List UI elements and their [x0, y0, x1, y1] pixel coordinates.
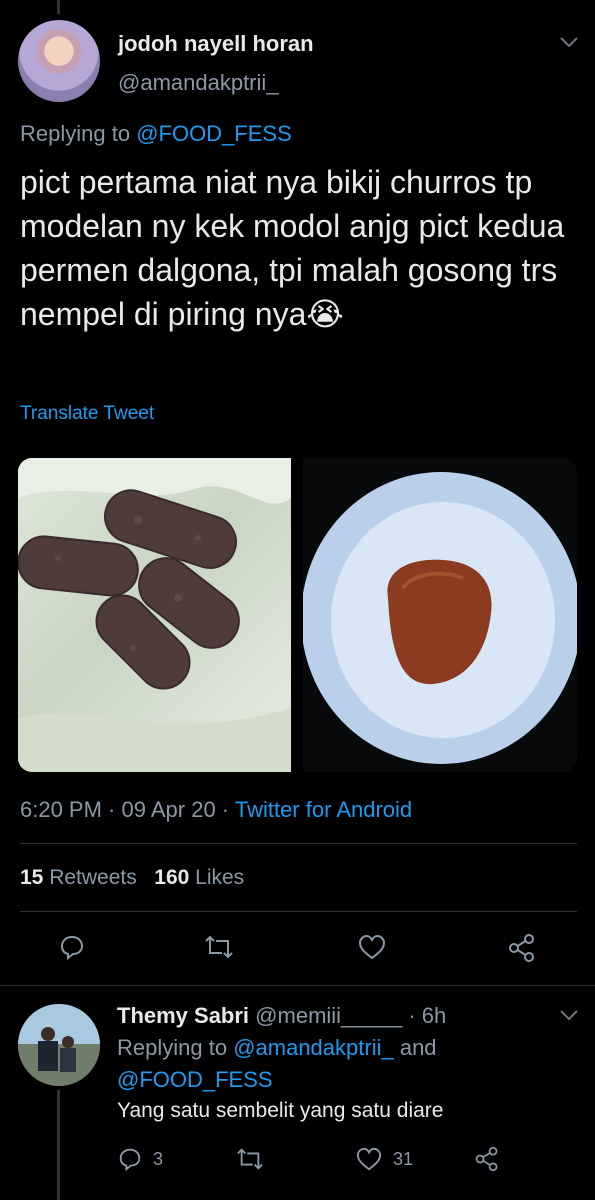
tweet-photo-churros[interactable] — [18, 458, 291, 772]
like-label: Likes — [195, 866, 245, 889]
reply-button[interactable] — [58, 933, 86, 961]
reply-like-count: 31 — [393, 1148, 414, 1169]
divider — [0, 985, 595, 986]
author-handle[interactable]: @amandakptrii_ — [118, 70, 279, 96]
reply-icon — [119, 1148, 141, 1172]
share-icon — [475, 1146, 498, 1172]
churros-image — [18, 458, 291, 772]
like-count: 160 — [154, 866, 190, 889]
reply-age: 6h — [421, 1003, 447, 1028]
and-label: and — [393, 1035, 437, 1060]
replying-label: Replying to — [20, 121, 137, 146]
chevron-down-icon[interactable] — [558, 1007, 580, 1023]
retweet-button[interactable] — [204, 933, 234, 961]
reply-count: 3 — [153, 1148, 164, 1169]
tweet-date: 09 Apr 20 — [121, 797, 216, 822]
share-icon — [509, 934, 534, 962]
tweet-time: 6:20 PM — [20, 797, 102, 822]
share-button[interactable] — [507, 933, 537, 963]
reply-avatar[interactable] — [18, 1004, 100, 1086]
reply-header: Themy Sabri @memiii_____ · 6h Replying t… — [117, 1003, 447, 1092]
reply-text: Yang satu sembelit yang satu diare — [117, 1099, 444, 1122]
retweets-stat[interactable]: 15 Retweets — [20, 866, 137, 889]
retweet-icon — [237, 1148, 263, 1170]
mention-link-2[interactable]: @FOOD_FESS — [117, 1067, 273, 1092]
reply-author-handle[interactable]: @memiii_____ — [255, 1003, 402, 1028]
retweet-count: 15 — [20, 866, 44, 889]
reply-share-button[interactable] — [474, 1146, 500, 1172]
divider — [20, 843, 577, 844]
reply-reply-button[interactable]: 3 — [117, 1146, 163, 1172]
reply-like-button[interactable]: 31 — [355, 1146, 413, 1172]
like-icon — [358, 934, 386, 960]
tweet-meta: 6:20 PM · 09 Apr 20 · Twitter for Androi… — [20, 797, 413, 822]
thread-line — [57, 1090, 60, 1200]
thread-line — [57, 0, 60, 14]
mention-link-1[interactable]: @amandakptrii_ — [233, 1035, 394, 1060]
retweet-icon — [205, 935, 233, 959]
like-button[interactable] — [357, 933, 387, 961]
tweet-stats: 15 Retweets 160 Likes — [20, 866, 244, 890]
dalgona-image — [303, 472, 577, 764]
like-icon — [356, 1147, 382, 1171]
replying-to: Replying to @FOOD_FESS — [20, 121, 292, 147]
retweet-label: Retweets — [49, 866, 137, 889]
reply-replying-label: Replying to — [117, 1035, 234, 1060]
divider — [20, 911, 577, 912]
likes-stat[interactable]: 160 Likes — [154, 866, 244, 889]
chevron-down-icon[interactable] — [558, 34, 580, 50]
reply-author-name[interactable]: Themy Sabri — [117, 1003, 249, 1028]
translate-tweet-link[interactable]: Translate Tweet — [20, 403, 154, 425]
tweet-photo-dalgona[interactable] — [303, 458, 577, 772]
tweet-source[interactable]: Twitter for Android — [235, 797, 412, 822]
author-name[interactable]: jodoh nayell horan — [118, 31, 314, 57]
reply-icon — [60, 935, 84, 961]
avatar[interactable] — [18, 20, 100, 102]
tweet-text: pict pertama niat nya bikij churros tp m… — [20, 164, 565, 332]
reply-avatar-image — [18, 1004, 100, 1086]
reply-retweet-button[interactable] — [236, 1146, 264, 1172]
mention-link[interactable]: @FOOD_FESS — [136, 121, 292, 146]
